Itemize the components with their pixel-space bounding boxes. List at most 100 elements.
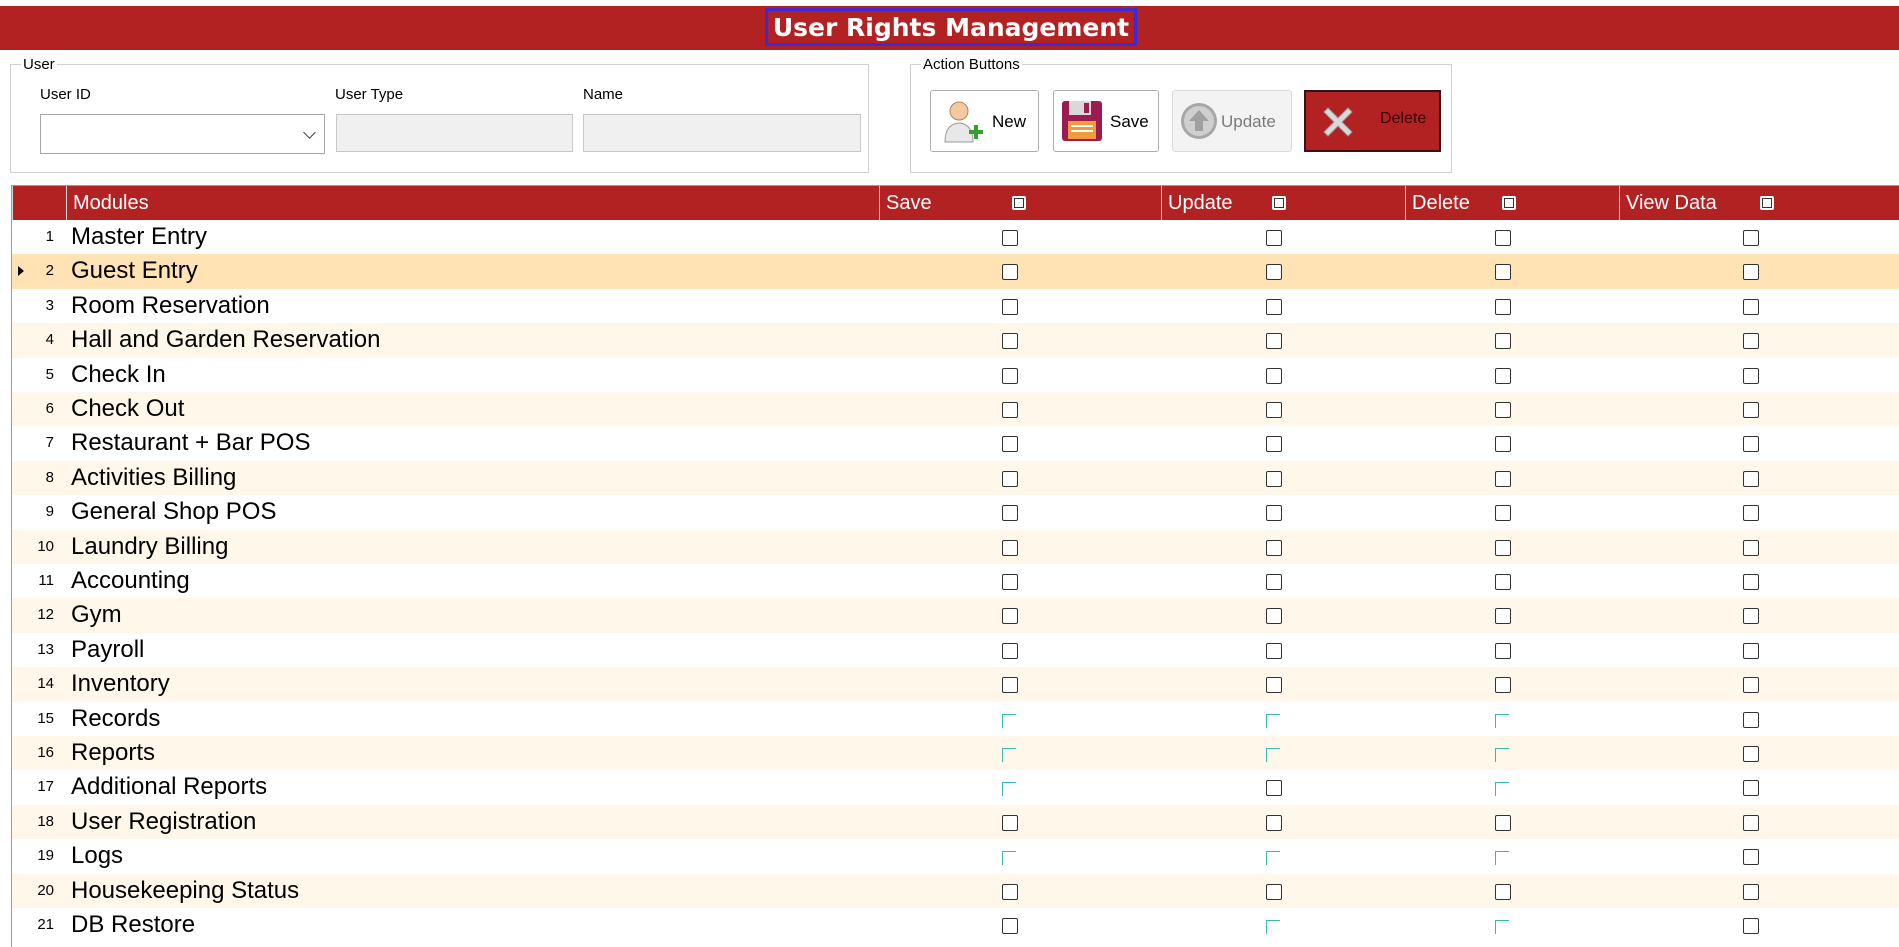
module-name-cell[interactable]: Reports (71, 736, 155, 770)
view-permission-checkbox[interactable] (1743, 539, 1759, 556)
delete-permission-checkbox[interactable] (1495, 782, 1509, 797)
delete-permission-checkbox[interactable] (1495, 883, 1511, 900)
column-header-modules[interactable]: Modules (66, 186, 888, 220)
update-permission-checkbox[interactable] (1266, 851, 1280, 866)
table-row[interactable]: 13 Payroll (12, 633, 1899, 667)
view-permission-checkbox[interactable] (1743, 367, 1759, 384)
save-permission-checkbox[interactable] (1002, 574, 1018, 590)
update-permission-checkbox[interactable] (1266, 436, 1282, 453)
save-permission-checkbox[interactable] (1002, 402, 1018, 418)
column-header-delete[interactable]: Delete (1405, 186, 1619, 220)
module-name-cell[interactable]: Restaurant + Bar POS (71, 426, 310, 460)
save-permission-checkbox[interactable] (1002, 367, 1018, 384)
delete-permission-checkbox[interactable] (1495, 642, 1511, 659)
delete-permission-checkbox[interactable] (1495, 713, 1509, 728)
table-row[interactable]: 10 Laundry Billing (12, 529, 1899, 564)
table-row[interactable]: 20 Housekeeping Status (12, 873, 1899, 908)
delete-select-all-checkbox[interactable] (1502, 196, 1516, 210)
view-permission-checkbox[interactable] (1743, 677, 1759, 694)
update-permission-checkbox[interactable] (1266, 470, 1282, 487)
update-permission-checkbox[interactable] (1266, 677, 1282, 694)
update-permission-checkbox[interactable] (1266, 367, 1282, 384)
table-row[interactable]: 12 Gym (12, 598, 1899, 633)
view-permission-checkbox[interactable] (1743, 608, 1759, 625)
save-permission-checkbox[interactable] (1002, 539, 1018, 556)
save-permission-checkbox[interactable] (1002, 851, 1016, 866)
save-permission-checkbox[interactable] (1002, 470, 1018, 487)
save-permission-checkbox[interactable] (1002, 748, 1016, 762)
save-permission-checkbox[interactable] (1002, 333, 1018, 350)
view-permission-checkbox[interactable] (1743, 402, 1759, 418)
module-name-cell[interactable]: Records (71, 702, 160, 736)
update-select-all-checkbox[interactable] (1272, 196, 1286, 210)
update-permission-checkbox[interactable] (1266, 298, 1282, 315)
save-permission-checkbox[interactable] (1002, 230, 1018, 246)
update-permission-checkbox[interactable] (1266, 608, 1282, 625)
table-row[interactable]: 7 Restaurant + Bar POS (12, 426, 1899, 460)
table-row[interactable]: 3 Room Reservation (12, 289, 1899, 323)
save-permission-checkbox[interactable] (1002, 505, 1018, 522)
module-name-cell[interactable]: Hall and Garden Reservation (71, 323, 381, 357)
view-permission-checkbox[interactable] (1743, 298, 1759, 315)
save-permission-checkbox[interactable] (1002, 264, 1018, 281)
table-row[interactable]: 19 Logs (12, 839, 1899, 873)
module-name-cell[interactable]: Laundry Billing (71, 530, 228, 564)
update-permission-checkbox[interactable] (1266, 505, 1282, 522)
module-name-cell[interactable]: Logs (71, 839, 123, 873)
column-header-save[interactable]: Save (879, 186, 1161, 220)
update-button[interactable]: Update (1172, 90, 1292, 152)
delete-permission-checkbox[interactable] (1495, 470, 1511, 487)
delete-permission-checkbox[interactable] (1495, 436, 1511, 453)
save-permission-checkbox[interactable] (1002, 782, 1016, 797)
table-row[interactable]: 4 Hall and Garden Reservation (12, 323, 1899, 358)
view-permission-checkbox[interactable] (1743, 883, 1759, 900)
save-permission-checkbox[interactable] (1002, 814, 1018, 831)
delete-permission-checkbox[interactable] (1495, 574, 1511, 590)
view-permission-checkbox[interactable] (1743, 642, 1759, 659)
view-permission-checkbox[interactable] (1743, 918, 1759, 934)
update-permission-checkbox[interactable] (1266, 780, 1282, 797)
save-permission-checkbox[interactable] (1002, 608, 1018, 625)
save-select-all-checkbox[interactable] (1012, 196, 1026, 210)
update-permission-checkbox[interactable] (1266, 230, 1282, 246)
table-row[interactable]: 14 Inventory (12, 667, 1899, 702)
save-permission-checkbox[interactable] (1002, 677, 1018, 694)
update-permission-checkbox[interactable] (1266, 333, 1282, 350)
view-permission-checkbox[interactable] (1743, 333, 1759, 350)
update-permission-checkbox[interactable] (1266, 814, 1282, 831)
update-permission-checkbox[interactable] (1266, 883, 1282, 900)
view-permission-checkbox[interactable] (1743, 574, 1759, 590)
update-permission-checkbox[interactable] (1266, 748, 1280, 762)
view-permission-checkbox[interactable] (1743, 264, 1759, 281)
view-permission-checkbox[interactable] (1743, 230, 1759, 246)
chevron-down-icon[interactable] (303, 126, 316, 139)
update-permission-checkbox[interactable] (1266, 574, 1282, 590)
view-permission-checkbox[interactable] (1743, 746, 1759, 762)
module-name-cell[interactable]: Check In (71, 358, 166, 392)
view-permission-checkbox[interactable] (1743, 470, 1759, 487)
save-button[interactable]: Save (1053, 90, 1159, 152)
view-permission-checkbox[interactable] (1743, 780, 1759, 797)
delete-permission-checkbox[interactable] (1495, 333, 1511, 350)
save-permission-checkbox[interactable] (1002, 713, 1016, 728)
update-permission-checkbox[interactable] (1266, 642, 1282, 659)
module-name-cell[interactable]: User Registration (71, 805, 256, 839)
table-row[interactable]: 8 Activities Billing (12, 460, 1899, 496)
delete-permission-checkbox[interactable] (1495, 608, 1511, 625)
module-name-cell[interactable]: Housekeeping Status (71, 874, 299, 908)
save-permission-checkbox[interactable] (1002, 642, 1018, 659)
module-name-cell[interactable]: Guest Entry (71, 254, 198, 288)
delete-permission-checkbox[interactable] (1495, 230, 1511, 246)
user-id-select[interactable] (40, 114, 325, 154)
update-permission-checkbox[interactable] (1266, 264, 1282, 281)
delete-permission-checkbox[interactable] (1495, 298, 1511, 315)
delete-permission-checkbox[interactable] (1495, 264, 1511, 281)
table-row[interactable]: 17 Additional Reports (12, 770, 1899, 804)
table-row[interactable]: 15 Records (12, 702, 1899, 736)
delete-permission-checkbox[interactable] (1495, 505, 1511, 522)
module-name-cell[interactable]: Check Out (71, 392, 184, 426)
table-row[interactable]: 11 Accounting (12, 564, 1899, 598)
delete-permission-checkbox[interactable] (1495, 677, 1511, 694)
module-name-cell[interactable]: General Shop POS (71, 495, 276, 529)
view-permission-checkbox[interactable] (1743, 814, 1759, 831)
